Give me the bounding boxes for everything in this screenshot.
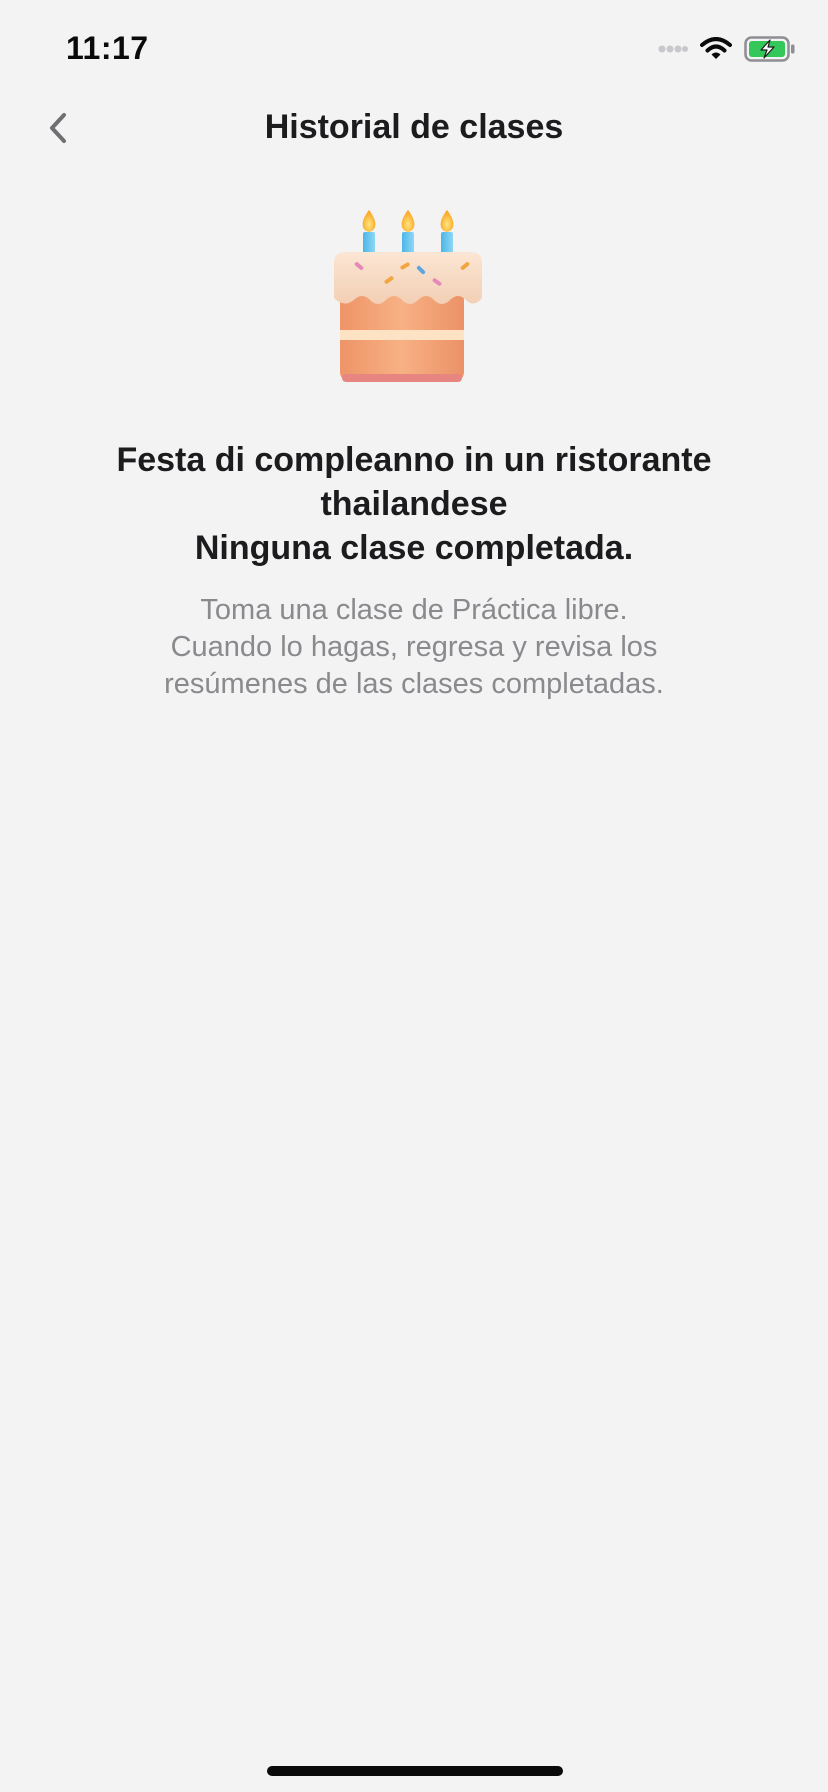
empty-state-description: Toma una clase de Práctica libre. Cuando… (80, 592, 748, 703)
wifi-icon (700, 37, 732, 59)
empty-state-title-line: Festa di compleanno in un ristorante (116, 441, 712, 479)
empty-state-title-line: Ninguna clase completada. (194, 529, 634, 567)
status-time: 11:17 (66, 30, 149, 66)
nav-bar: Historial de clases (0, 96, 828, 160)
empty-state-illustration (0, 200, 828, 390)
empty-state: Festa di compleanno in un ristorante tha… (80, 438, 748, 703)
empty-state-description-line: resúmenes de las clases completadas. (164, 668, 664, 700)
empty-state-title-line: thailandese (320, 485, 508, 523)
empty-state-title: Festa di compleanno in un ristorante tha… (80, 438, 748, 570)
empty-state-description-line: Toma una clase de Práctica libre. (200, 594, 628, 626)
home-indicator[interactable] (267, 1766, 563, 1776)
empty-state-description-line: Cuando lo hagas, regresa y revisa los (170, 631, 658, 663)
status-icons (658, 34, 796, 64)
birthday-cake-icon (334, 210, 482, 382)
battery-charging-icon (744, 36, 795, 62)
signal-dots-icon (658, 45, 688, 53)
page-title: Historial de clases (264, 108, 564, 146)
status-bar: 11:17 (0, 0, 828, 96)
